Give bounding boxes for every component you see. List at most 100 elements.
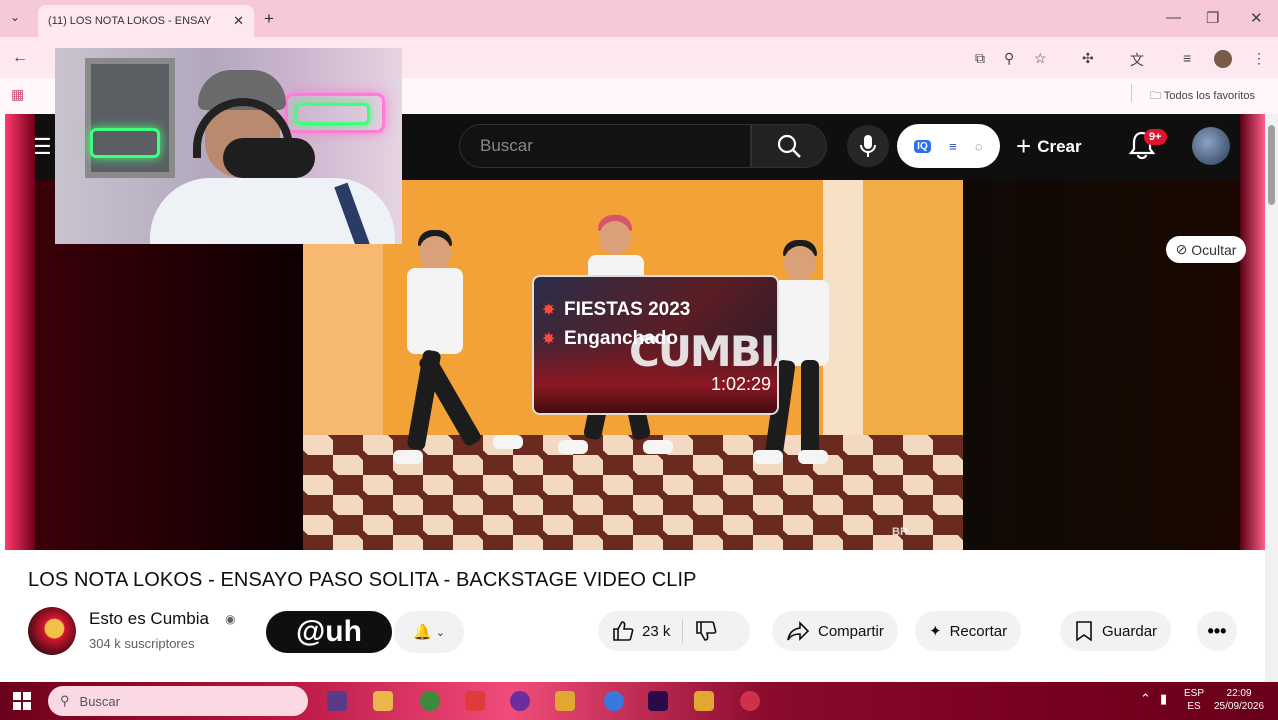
cam-window xyxy=(85,58,175,178)
clock-time: 22:09 xyxy=(1226,688,1252,699)
app-icon[interactable] xyxy=(740,691,760,711)
microphone-icon xyxy=(860,135,876,157)
card-line-1: FIESTAS 2023 xyxy=(564,299,691,320)
save-playlist-icon xyxy=(1076,621,1092,642)
clock-date: 25/09/2026 xyxy=(1214,701,1265,712)
extension-icon[interactable]: ≡ xyxy=(1183,50,1191,66)
subscriber-count: 304 k suscriptores xyxy=(89,636,195,651)
account-avatar[interactable] xyxy=(1192,127,1230,165)
sparkle-clip-icon: ✦ xyxy=(929,623,942,640)
thumbs-up-icon xyxy=(613,621,634,641)
browser-icon[interactable] xyxy=(604,691,624,711)
voice-search-button[interactable] xyxy=(847,125,889,167)
all-bookmarks-label: Todos los favoritos xyxy=(1163,90,1255,102)
language-bottom: ES xyxy=(1187,701,1201,712)
channel-avatar[interactable] xyxy=(28,607,76,655)
tray-battery-icon[interactable]: ▮ xyxy=(1160,692,1167,705)
like-button[interactable]: 23 k xyxy=(598,611,750,651)
plus-icon: + xyxy=(1016,131,1032,161)
bell-icon: 🔔 xyxy=(413,624,432,641)
hide-label: Ocultar xyxy=(1191,241,1237,258)
bookmark-star-icon[interactable]: ☆ xyxy=(1034,50,1047,67)
card-line-2: Enganchado xyxy=(564,328,679,349)
save-label: Guardar xyxy=(1102,622,1158,640)
video-wall-right xyxy=(863,180,963,440)
browser-tab[interactable]: (11) LOS NOTA LOKOS - ENSAY ✕ xyxy=(38,5,254,37)
video-title: LOS NOTA LOKOS - ENSAYO PASO SOLITA - BA… xyxy=(28,569,697,591)
apps-grid-icon[interactable]: ▦ xyxy=(11,86,24,103)
bookmarks-divider xyxy=(1131,84,1132,102)
like-dislike-divider xyxy=(682,619,684,643)
extensions-icon[interactable]: ✣ xyxy=(1082,50,1094,67)
translate-icon[interactable]: 文 xyxy=(1130,50,1144,70)
all-bookmarks-folder[interactable]: 🗀 Todos los favoritos xyxy=(1150,87,1255,106)
tab-close-icon[interactable]: ✕ xyxy=(233,13,244,29)
notification-badge: 9+ xyxy=(1144,129,1167,145)
hide-button[interactable]: ⊘ Ocultar xyxy=(1166,236,1246,263)
chevron-down-icon: ⌄ xyxy=(435,626,445,639)
back-arrow-icon[interactable]: ← xyxy=(12,49,28,67)
clip-button[interactable]: ✦ Recortar xyxy=(915,611,1022,651)
clip-label: Recortar xyxy=(949,622,1008,640)
cam-neon-sign-green xyxy=(90,128,160,158)
create-button[interactable]: + Crear xyxy=(1016,131,1082,162)
scrollbar-thumb[interactable] xyxy=(1268,125,1275,205)
search-input[interactable]: Buscar xyxy=(459,124,751,168)
webcam-overlay xyxy=(55,48,402,244)
iq-extension-icon[interactable]: IQ xyxy=(914,139,931,153)
video-pillar xyxy=(823,180,863,440)
zoom-icon[interactable]: ⚲ xyxy=(1004,50,1014,67)
windows-start-icon[interactable] xyxy=(13,692,31,710)
endscreen-video-card[interactable]: CUMBIAS ✸ FIESTAS 2023 ✸ Enganchado 1:02… xyxy=(532,275,779,415)
youtube-app-icon[interactable] xyxy=(465,691,485,711)
tray-chevron-up-icon[interactable]: ⌃ xyxy=(1140,692,1151,705)
cam-neon-sign-green-2 xyxy=(295,103,370,125)
window-close-icon[interactable]: ✕ xyxy=(1250,9,1263,27)
app-icon[interactable] xyxy=(694,691,714,711)
new-tab-button[interactable]: + xyxy=(264,9,274,29)
clock[interactable]: 22:09 25/09/2026 xyxy=(1214,687,1264,713)
card-duration: 1:02:29 xyxy=(710,374,771,394)
sparkle-icon: ✸ xyxy=(542,302,556,319)
app-icon[interactable] xyxy=(555,691,575,711)
taskbar-search-label: Buscar xyxy=(79,693,120,709)
language-indicator[interactable]: ESP ES xyxy=(1184,687,1204,713)
thumbs-down-icon[interactable] xyxy=(695,620,717,642)
screen: ⌄ (11) LOS NOTA LOKOS - ENSAY ✕ + — ❐ ✕ … xyxy=(0,0,1278,720)
language-top: ESP xyxy=(1184,688,1205,699)
search-button[interactable] xyxy=(751,124,827,168)
task-view-icon[interactable] xyxy=(327,691,347,711)
obs-icon[interactable] xyxy=(510,691,530,711)
file-explorer-icon[interactable] xyxy=(373,691,393,711)
channel-name[interactable]: Esto es Cumbia xyxy=(89,609,209,629)
browser-menu-icon[interactable]: ⋮ xyxy=(1252,50,1266,67)
premiere-icon[interactable] xyxy=(648,691,668,711)
taskbar-search[interactable]: ⚲ Buscar xyxy=(48,686,308,716)
video-watermark: BR xyxy=(892,526,908,538)
create-label: Crear xyxy=(1037,136,1082,156)
tab-search-dropdown-icon[interactable]: ⌄ xyxy=(10,10,20,24)
maximize-icon[interactable]: ❐ xyxy=(1206,9,1219,27)
subscribe-button[interactable]: @uh xyxy=(266,611,392,653)
notification-preferences-button[interactable]: 🔔 ⌄ xyxy=(394,611,464,653)
folder-icon: 🗀 xyxy=(1150,90,1164,102)
search-icon xyxy=(777,134,801,158)
like-count: 23 k xyxy=(642,622,671,640)
ambient-glow-right xyxy=(1240,114,1265,550)
search-placeholder: Buscar xyxy=(480,136,533,155)
profile-avatar[interactable] xyxy=(1214,50,1232,68)
more-actions-icon[interactable]: ••• xyxy=(1197,611,1237,651)
search-icon: ⚲ xyxy=(60,693,70,708)
chrome-icon[interactable] xyxy=(420,691,440,711)
extension-pill[interactable]: IQ ≡ ◌ xyxy=(897,124,1000,168)
save-button[interactable]: Guardar xyxy=(1060,611,1172,651)
share-label: Compartir xyxy=(818,622,884,640)
list-icon[interactable]: ≡ xyxy=(949,139,957,154)
chat-bubble-icon[interactable]: ◌ xyxy=(975,139,983,154)
share-button[interactable]: Compartir xyxy=(772,611,898,651)
sparkle-icon: ✸ xyxy=(542,331,556,348)
verified-icon: ◉ xyxy=(225,612,236,626)
ambient-glow-left xyxy=(5,114,35,550)
minimize-icon[interactable]: — xyxy=(1166,9,1181,26)
install-app-icon[interactable]: ⧉ xyxy=(975,50,985,67)
